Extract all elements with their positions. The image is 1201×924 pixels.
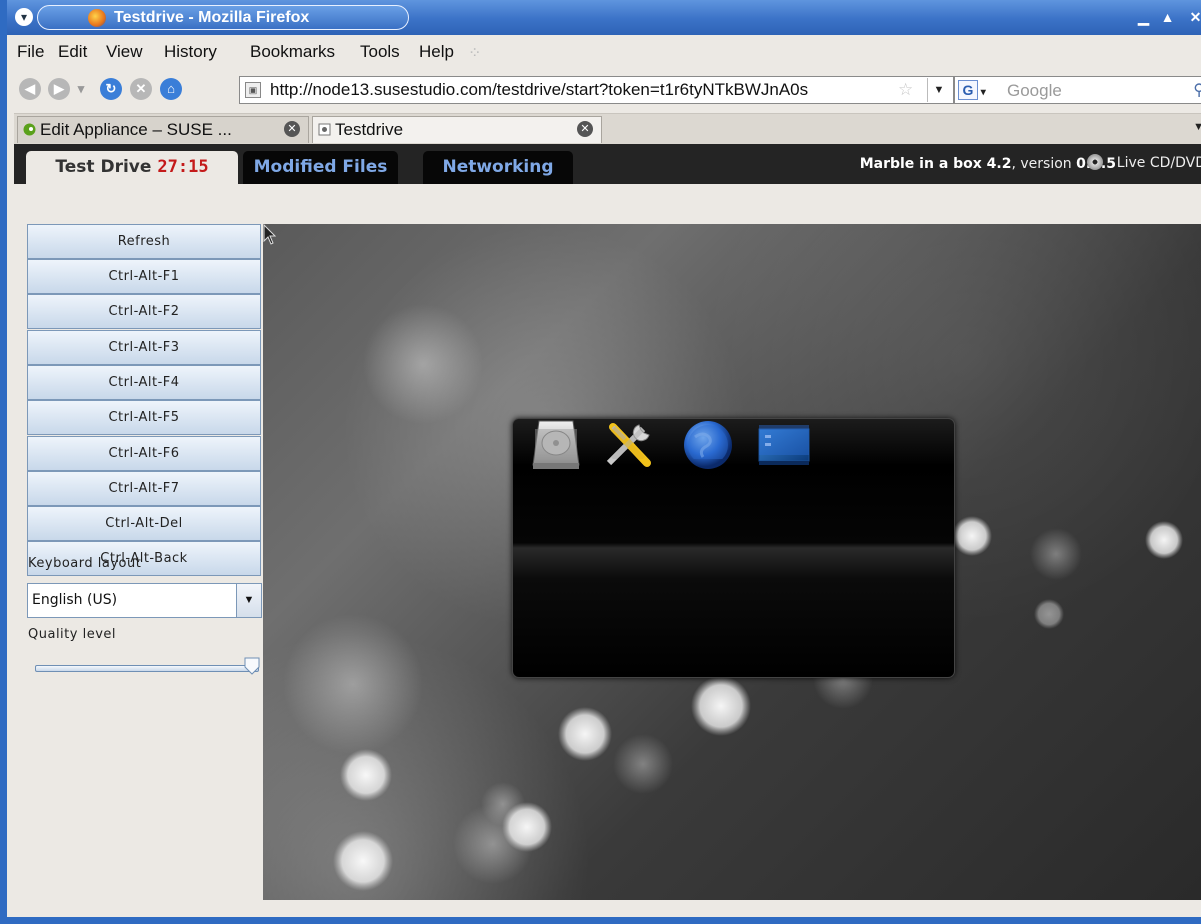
- maximize-icon[interactable]: ▲: [1159, 9, 1176, 26]
- reload-icon[interactable]: ↻: [100, 78, 122, 100]
- keyboard-layout-label: Keyboard layout: [28, 556, 142, 571]
- google-icon: G: [958, 80, 978, 100]
- ctrl-alt-del-button[interactable]: Ctrl-Alt-Del: [27, 506, 261, 541]
- ctrl-alt-f5-button[interactable]: Ctrl-Alt-F5: [27, 400, 261, 435]
- search-input[interactable]: [1005, 78, 1179, 104]
- url-dropdown-icon[interactable]: ▼: [927, 78, 950, 102]
- version-label: , version: [1011, 156, 1077, 172]
- ctrl-alt-f2-button[interactable]: Ctrl-Alt-F2: [27, 294, 261, 329]
- chevron-down-icon[interactable]: ▼: [236, 584, 261, 617]
- menu-file[interactable]: File: [17, 42, 44, 62]
- home-icon[interactable]: ⌂: [160, 78, 182, 100]
- close-tab-icon[interactable]: ✕: [284, 121, 300, 137]
- stop-icon[interactable]: ✕: [130, 78, 152, 100]
- tab-networking[interactable]: Networking: [423, 151, 573, 184]
- testdrive-header: Test Drive 27:15 Modified Files Networkin…: [14, 144, 1201, 184]
- search-engine-selector[interactable]: G ▾: [958, 80, 1003, 100]
- menu-help[interactable]: Help: [419, 42, 454, 62]
- quality-level-label: Quality level: [28, 627, 116, 642]
- menu-history[interactable]: History: [164, 42, 217, 62]
- url-text[interactable]: http://node13.susestudio.com/testdrive/s…: [270, 80, 808, 100]
- keyboard-layout-value: English (US): [32, 592, 118, 608]
- cd-icon: [1087, 154, 1103, 170]
- close-tab-icon[interactable]: ✕: [577, 121, 593, 137]
- session-timer: 27:15: [157, 157, 209, 177]
- tab-label: Edit Appliance – SUSE ...: [40, 120, 232, 139]
- quality-slider-thumb[interactable]: [244, 657, 260, 675]
- keyboard-layout-select[interactable]: English (US) ▼: [27, 583, 262, 618]
- ctrl-alt-f1-button[interactable]: Ctrl-Alt-F1: [27, 259, 261, 294]
- bookmark-star-icon[interactable]: ☆: [898, 80, 913, 100]
- tab-edit-appliance[interactable]: Edit Appliance – SUSE ... ✕: [17, 116, 309, 143]
- tools-reflection: [610, 426, 646, 459]
- hard-disk-reflection: [535, 429, 577, 459]
- close-window-icon[interactable]: ✕: [1187, 9, 1201, 26]
- menu-bar: File Edit View History Bookmarks Tools H…: [14, 35, 1201, 67]
- appliance-name: Marble in a box 4.2: [859, 156, 1012, 172]
- tab-label: Testdrive: [335, 120, 404, 139]
- forward-icon[interactable]: ▶: [48, 78, 70, 100]
- refresh-button[interactable]: Refresh: [27, 224, 261, 259]
- media-type: Live CD/DVD: [1116, 155, 1201, 171]
- quality-slider[interactable]: [35, 665, 259, 672]
- navigation-bar: ◀ ▶ ▾ ↻ ✕ ⌂ ▣ http://node13.susestudio.c…: [14, 68, 1201, 112]
- title-pill: Testdrive - Mozilla Firefox: [37, 5, 409, 30]
- tab-testdrive[interactable]: Testdrive ✕: [312, 116, 602, 143]
- window-title: Testdrive - Mozilla Firefox: [114, 9, 310, 26]
- history-dropdown-icon[interactable]: ▾: [74, 78, 88, 100]
- boot-splash-panel: [512, 418, 955, 678]
- remote-desktop-screen[interactable]: [263, 224, 1201, 900]
- page-icon: [318, 123, 331, 136]
- control-panel: Refresh Ctrl-Alt-F1 Ctrl-Alt-F2 Ctrl-Alt…: [27, 224, 263, 900]
- browser-window: ▾ Testdrive - Mozilla Firefox ▁ ▲ ✕ File…: [0, 0, 1201, 924]
- appliance-info: Marble in a box 4.2, version 0.0.5: [860, 156, 1116, 172]
- desktop-reflection: [759, 425, 809, 455]
- back-icon[interactable]: ◀: [19, 78, 41, 100]
- ctrl-alt-f6-button[interactable]: Ctrl-Alt-F6: [27, 436, 261, 471]
- firefox-icon: [88, 9, 106, 27]
- site-identity-icon[interactable]: ▣: [245, 82, 261, 98]
- ctrl-alt-f4-button[interactable]: Ctrl-Alt-F4: [27, 365, 261, 400]
- search-engine-dropdown-icon: ▾: [978, 87, 986, 98]
- ctrl-alt-f7-button[interactable]: Ctrl-Alt-F7: [27, 471, 261, 506]
- search-bar[interactable]: G ▾ ⚲: [954, 76, 1201, 104]
- menu-edit[interactable]: Edit: [58, 42, 87, 62]
- ctrl-alt-f3-button[interactable]: Ctrl-Alt-F3: [27, 330, 261, 365]
- url-bar[interactable]: ▣ http://node13.susestudio.com/testdrive…: [239, 76, 954, 104]
- suse-icon: [23, 123, 36, 136]
- window-menu-icon[interactable]: ▾: [15, 8, 33, 26]
- menu-bookmarks[interactable]: Bookmarks: [250, 42, 335, 62]
- test-drive-label: Test Drive: [55, 157, 152, 177]
- search-icon[interactable]: ⚲: [1193, 80, 1201, 100]
- menu-tools[interactable]: Tools: [360, 42, 400, 62]
- throbber-icon: ⁘: [468, 45, 482, 62]
- tab-bar: Edit Appliance – SUSE ... ✕ Testdrive ✕ …: [14, 113, 1201, 145]
- tab-modified-files[interactable]: Modified Files: [243, 151, 398, 184]
- menu-view[interactable]: View: [106, 42, 143, 62]
- title-bar: ▾ Testdrive - Mozilla Firefox ▁ ▲ ✕: [7, 0, 1201, 35]
- mouse-cursor-icon: [263, 224, 277, 245]
- minimize-icon[interactable]: ▁: [1135, 9, 1152, 26]
- tab-test-drive[interactable]: Test Drive 27:15: [26, 151, 238, 184]
- globe-reflection: [688, 425, 728, 459]
- tab-list-icon[interactable]: ▼: [1193, 121, 1201, 133]
